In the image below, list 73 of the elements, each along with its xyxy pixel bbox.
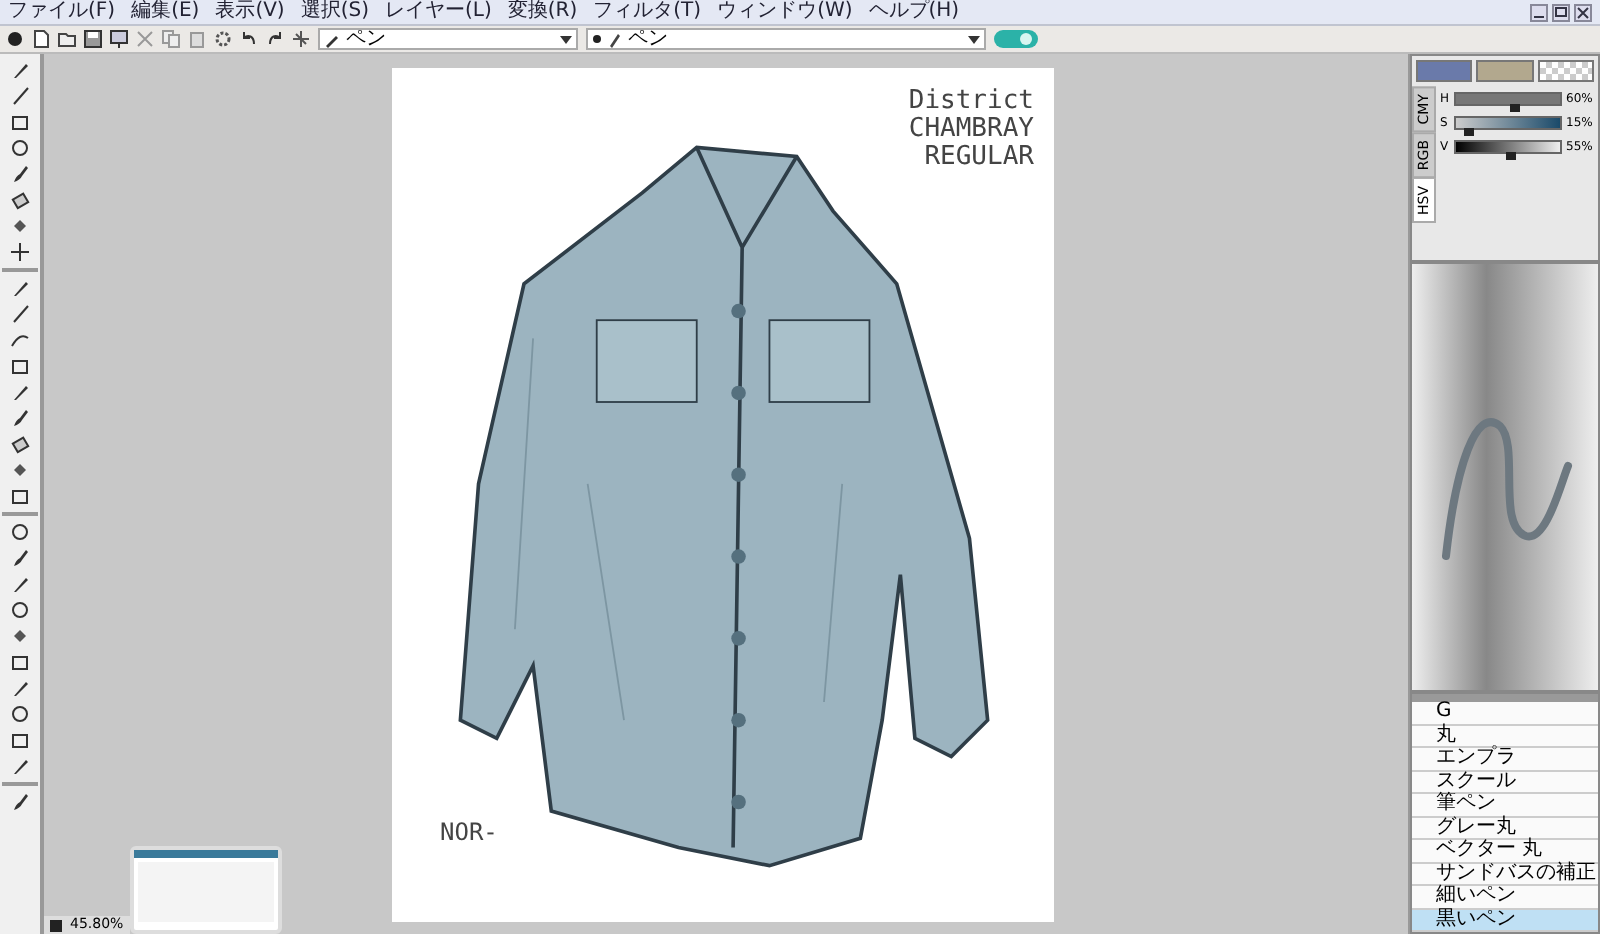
handwritten-title: REGULAR: [924, 144, 1034, 172]
brush-icon[interactable]: [10, 164, 30, 184]
color-swatch[interactable]: [1476, 60, 1534, 82]
eraser-icon[interactable]: [10, 190, 30, 210]
monitor-icon[interactable]: [110, 30, 128, 48]
slider-thumb[interactable]: [1509, 104, 1520, 112]
caret-icon: [968, 35, 980, 43]
brush-item[interactable]: ベクター 丸: [1412, 840, 1598, 863]
save-icon[interactable]: [84, 30, 102, 48]
menu-item[interactable]: ファイル(F): [8, 0, 116, 24]
brush-icon: [608, 31, 622, 47]
menu-item[interactable]: 編集(E): [131, 0, 200, 24]
handwritten-title: CHAMBRAY: [908, 116, 1034, 144]
brush-icon[interactable]: [10, 548, 30, 568]
curve-icon[interactable]: [10, 330, 30, 350]
slider-thumb[interactable]: [1464, 128, 1475, 136]
move-icon[interactable]: [10, 242, 30, 262]
pen-icon[interactable]: [10, 678, 30, 698]
dot-icon: [592, 34, 602, 44]
caret-icon: [560, 35, 572, 43]
menu-item[interactable]: 選択(S): [300, 0, 369, 24]
brush-dropdown[interactable]: ペン: [586, 28, 986, 50]
signature: NOR-: [440, 818, 498, 846]
minimize-icon[interactable]: [1530, 3, 1548, 21]
brush-item[interactable]: エンプラ: [1412, 748, 1598, 771]
line-icon[interactable]: [10, 86, 30, 106]
brush-icon[interactable]: [10, 408, 30, 428]
menu-item[interactable]: レイヤー(L): [385, 0, 492, 24]
square-icon[interactable]: [10, 112, 30, 132]
menu-item[interactable]: ウィンドウ(W): [717, 0, 853, 24]
pen-icon[interactable]: [10, 278, 30, 298]
square-icon[interactable]: [10, 356, 30, 376]
slider-thumb[interactable]: [1506, 152, 1517, 160]
pen-icon[interactable]: [10, 382, 30, 402]
brush-icon[interactable]: [10, 792, 30, 812]
color-swatch[interactable]: [1416, 60, 1473, 82]
folder-icon[interactable]: [58, 30, 76, 48]
pen-icon[interactable]: [10, 574, 30, 594]
square-icon[interactable]: [10, 652, 30, 672]
close-icon[interactable]: [1574, 3, 1592, 21]
menu-item[interactable]: フィルタ(T): [593, 0, 702, 24]
eraser-icon[interactable]: [10, 434, 30, 454]
pen-icon[interactable]: [10, 60, 30, 80]
circle-icon[interactable]: [10, 138, 30, 158]
circle-icon[interactable]: [10, 704, 30, 724]
brush-item[interactable]: 丸: [1412, 725, 1598, 748]
menu-item[interactable]: 表示(V): [215, 0, 285, 24]
color-slider[interactable]: [1454, 140, 1562, 154]
brush-item[interactable]: 細いペン: [1412, 886, 1598, 909]
sparkle-icon[interactable]: [292, 30, 310, 48]
maximize-icon[interactable]: [1552, 3, 1570, 21]
undo-icon[interactable]: [240, 30, 258, 48]
brush-item[interactable]: スクール: [1412, 771, 1598, 794]
brush-item[interactable]: G: [1412, 702, 1598, 725]
color-slider[interactable]: [1454, 116, 1562, 130]
square-icon[interactable]: [10, 486, 30, 506]
circle-icon[interactable]: [10, 600, 30, 620]
handwritten-title: District: [908, 88, 1034, 116]
new-file-icon[interactable]: [32, 30, 50, 48]
line-icon[interactable]: [10, 304, 30, 324]
brush-item[interactable]: サンドバスの補正: [1412, 863, 1598, 886]
brush-item[interactable]: グレー丸: [1412, 817, 1598, 840]
color-slider[interactable]: [1454, 92, 1562, 106]
toggle-icon[interactable]: [994, 30, 1038, 48]
circle-icon[interactable]: [10, 522, 30, 542]
brush-item[interactable]: 黒いペン: [1412, 909, 1598, 932]
transparent-swatch[interactable]: [1537, 60, 1594, 82]
redo-icon[interactable]: [266, 30, 284, 48]
tool-dropdown[interactable]: ペン: [318, 28, 578, 50]
pen-icon: [324, 31, 340, 47]
square-icon[interactable]: [10, 730, 30, 750]
pen-icon[interactable]: [10, 756, 30, 776]
brush-item[interactable]: 筆ペン: [1412, 794, 1598, 817]
